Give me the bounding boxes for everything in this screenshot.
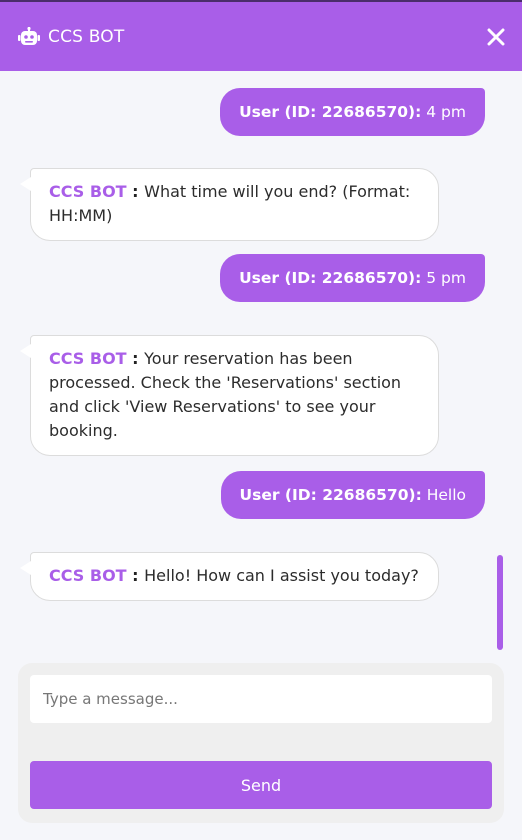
message-colon: : xyxy=(126,349,145,368)
message-sender: User (ID: 22686570): xyxy=(239,103,422,121)
message-list[interactable]: User (ID: 22686570): 4 pm CCS BOT : What… xyxy=(0,71,522,661)
user-message: User (ID: 22686570): Hello xyxy=(220,471,485,519)
message-text: Hello! How can I assist you today? xyxy=(144,566,419,585)
bot-message: CCS BOT : Hello! How can I assist you to… xyxy=(20,552,439,601)
message-sender: CCS BOT xyxy=(49,182,127,201)
scrollbar-thumb[interactable] xyxy=(497,555,503,650)
message-text: Hello xyxy=(421,486,466,504)
robot-icon xyxy=(18,26,40,47)
user-message: User (ID: 22686570): 5 pm xyxy=(220,254,485,302)
message-sender: User (ID: 22686570): xyxy=(239,486,422,504)
bubble-pointer xyxy=(20,344,31,358)
chat-header: CCS BOT xyxy=(0,0,522,71)
message-sender: User (ID: 22686570): xyxy=(239,269,422,287)
bot-message: CCS BOT : Your reservation has been proc… xyxy=(20,335,439,456)
message-text: 4 pm xyxy=(421,103,466,121)
chat-title: CCS BOT xyxy=(48,26,125,47)
message-sender: CCS BOT xyxy=(49,349,127,368)
bot-message: CCS BOT : What time will you end? (Forma… xyxy=(20,168,439,241)
message-input[interactable] xyxy=(30,675,492,723)
send-button[interactable]: Send xyxy=(30,761,492,809)
chatbot-window: CCS BOT User (ID: 22686570): 4 pm CCS BO… xyxy=(0,0,522,840)
bubble-pointer xyxy=(20,177,31,191)
message-text: 5 pm xyxy=(421,269,466,287)
message-sender: CCS BOT xyxy=(49,566,127,585)
message-colon: : xyxy=(126,566,145,585)
message-colon: : xyxy=(126,182,145,201)
close-icon[interactable] xyxy=(484,25,508,49)
user-message: User (ID: 22686570): 4 pm xyxy=(220,88,485,136)
bubble-pointer xyxy=(20,561,31,575)
